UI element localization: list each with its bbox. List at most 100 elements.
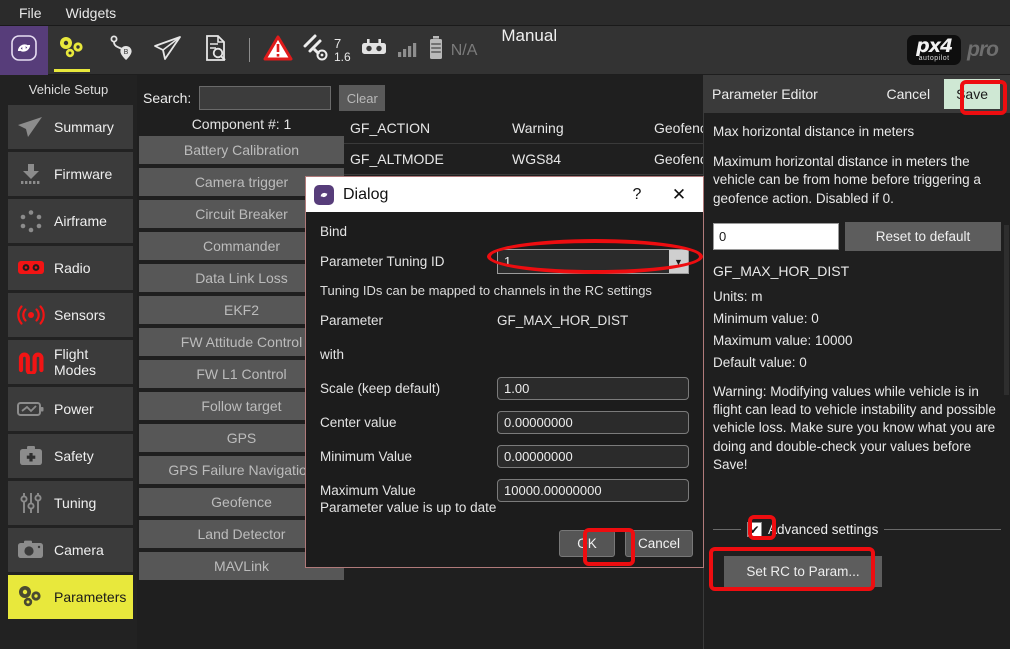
help-icon[interactable]: ? bbox=[617, 186, 657, 204]
close-icon[interactable]: ✕ bbox=[657, 185, 701, 205]
qgc-logo-icon bbox=[10, 34, 38, 67]
param-default: Default value: 0 bbox=[713, 355, 1001, 370]
power-icon bbox=[14, 395, 48, 423]
sidebar-item-airframe[interactable]: Airframe bbox=[8, 199, 133, 243]
component-number-label: Component #: 1 bbox=[139, 111, 344, 136]
toolbar-fly-button[interactable] bbox=[144, 26, 192, 75]
warning-triangle-icon bbox=[263, 35, 293, 66]
toolbar-divider bbox=[249, 38, 250, 62]
clear-search-button[interactable]: Clear bbox=[339, 85, 385, 111]
param-units: Units: m bbox=[713, 289, 1001, 304]
group-item[interactable]: Battery Calibration bbox=[139, 136, 344, 164]
parameters-icon bbox=[14, 583, 48, 611]
sidebar-label: Summary bbox=[54, 119, 114, 135]
advanced-settings-checkbox[interactable]: ✔ bbox=[747, 522, 762, 537]
camera-icon bbox=[14, 536, 48, 564]
gps-values: 7 1.6 bbox=[334, 37, 351, 63]
bind-label: Bind bbox=[320, 224, 689, 239]
minimum-value-label: Minimum Value bbox=[320, 449, 497, 464]
flight-modes-icon bbox=[14, 348, 48, 376]
sidebar-item-flight-modes[interactable]: Flight Modes bbox=[8, 340, 133, 384]
tuning-id-value: 1 bbox=[504, 254, 511, 269]
rc-status[interactable] bbox=[355, 26, 393, 75]
parameter-editor-header: Parameter Editor Cancel Save bbox=[704, 75, 1010, 113]
dialog-title: Dialog bbox=[343, 186, 388, 204]
sidebar-item-firmware[interactable]: Firmware bbox=[8, 152, 133, 196]
satellite-icon bbox=[301, 34, 331, 67]
search-label: Search: bbox=[143, 90, 191, 106]
editor-cancel-button[interactable]: Cancel bbox=[876, 75, 940, 113]
dialog-cancel-button[interactable]: Cancel bbox=[625, 530, 693, 557]
maximum-value-label: Maximum Value bbox=[320, 483, 497, 498]
maximum-value-input[interactable] bbox=[497, 479, 689, 502]
flight-mode-selector[interactable]: Manual bbox=[501, 26, 557, 74]
sensors-icon bbox=[14, 301, 48, 329]
gps-status[interactable]: 7 1.6 bbox=[297, 26, 355, 75]
editor-save-button[interactable]: Save bbox=[944, 79, 1000, 109]
reset-to-default-button[interactable]: Reset to default bbox=[845, 222, 1001, 251]
sidebar-item-summary[interactable]: Summary bbox=[8, 105, 133, 149]
dialog-title-bar[interactable]: Dialog ? ✕ bbox=[306, 177, 703, 212]
table-row[interactable]: GF_ALTMODE WGS84 Geofence altitude mode bbox=[344, 144, 703, 175]
table-row[interactable]: GF_ACTION Warning Geofence violation act… bbox=[344, 113, 703, 144]
param-long-description: Maximum horizontal distance in meters th… bbox=[713, 153, 1001, 209]
sidebar-item-tuning[interactable]: Tuning bbox=[8, 481, 133, 525]
sidebar-item-sensors[interactable]: Sensors bbox=[8, 293, 133, 337]
set-rc-to-param-button[interactable]: Set RC to Param... bbox=[724, 556, 882, 587]
minimum-value-input[interactable] bbox=[497, 445, 689, 468]
scale-input[interactable] bbox=[497, 377, 689, 400]
sidebar-label: Camera bbox=[54, 542, 104, 558]
parameter-editor-panel: Parameter Editor Cancel Save Max horizon… bbox=[703, 75, 1010, 649]
ok-button[interactable]: OK bbox=[559, 530, 615, 557]
sidebar-item-radio[interactable]: Radio bbox=[8, 246, 133, 290]
px4-subtitle: autopilot bbox=[919, 55, 950, 62]
px4-pro-text: pro bbox=[967, 38, 998, 62]
dialog-actions: OK Cancel bbox=[559, 530, 693, 557]
dialog-status-text: Parameter value is up to date bbox=[320, 500, 496, 515]
with-row: with bbox=[320, 343, 689, 366]
param-value-row: Reset to default bbox=[713, 222, 1001, 251]
toolbar-analyze-button[interactable] bbox=[192, 26, 240, 75]
sidebar-item-power[interactable]: Power bbox=[8, 387, 133, 431]
menu-file[interactable]: File bbox=[8, 2, 53, 24]
toolbar-plan-button[interactable]: B bbox=[96, 26, 144, 75]
tuning-id-select[interactable]: 1 ▼ bbox=[497, 249, 689, 274]
rc-controller-icon bbox=[359, 36, 389, 65]
telemetry-signal-status[interactable] bbox=[393, 26, 423, 75]
toolbar-vehicle-setup-button[interactable] bbox=[48, 26, 96, 75]
sidebar-item-safety[interactable]: Safety bbox=[8, 434, 133, 478]
param-value: Warning bbox=[512, 120, 654, 136]
center-value-row: Center value bbox=[320, 411, 689, 434]
safety-icon bbox=[14, 442, 48, 470]
plan-route-icon: B bbox=[105, 33, 135, 68]
editor-param-name: GF_MAX_HOR_DIST bbox=[713, 263, 1001, 279]
editor-scrollbar[interactable] bbox=[1004, 225, 1009, 395]
parameter-value: GF_MAX_HOR_DIST bbox=[497, 313, 628, 328]
search-input[interactable] bbox=[199, 86, 331, 110]
scale-label: Scale (keep default) bbox=[320, 381, 497, 396]
battery-value: N/A bbox=[451, 42, 478, 60]
editor-warning-text: Warning: Modifying values while vehicle … bbox=[713, 383, 1001, 475]
battery-status[interactable]: N/A bbox=[423, 26, 482, 75]
param-desc: Geofence altitude mode bbox=[654, 151, 703, 167]
menu-bar: File Widgets bbox=[0, 0, 1010, 26]
sidebar-label: Flight Modes bbox=[54, 346, 133, 378]
divider-right bbox=[884, 529, 1001, 530]
dialog-body: Bind Parameter Tuning ID 1 ▼ Tuning IDs … bbox=[306, 212, 703, 567]
sidebar-item-parameters[interactable]: Parameters bbox=[8, 575, 133, 619]
qgroundcontrol-window: File Widgets bbox=[0, 0, 1010, 649]
qgc-logo-button[interactable] bbox=[0, 26, 48, 75]
gps-satellite-count: 7 bbox=[334, 37, 351, 51]
main-toolbar: B bbox=[0, 26, 1010, 75]
menu-widgets[interactable]: Widgets bbox=[55, 2, 128, 24]
center-value-input[interactable] bbox=[497, 411, 689, 434]
qgc-logo-icon bbox=[314, 185, 334, 205]
param-value-input[interactable] bbox=[713, 223, 839, 250]
signal-bars-icon bbox=[397, 38, 419, 63]
scale-row: Scale (keep default) bbox=[320, 377, 689, 400]
warning-status[interactable] bbox=[259, 26, 297, 75]
sidebar-item-camera[interactable]: Camera bbox=[8, 528, 133, 572]
param-value: WGS84 bbox=[512, 151, 654, 167]
sidebar-title: Vehicle Setup bbox=[0, 75, 137, 103]
gps-hdop-value: 1.6 bbox=[334, 51, 351, 64]
